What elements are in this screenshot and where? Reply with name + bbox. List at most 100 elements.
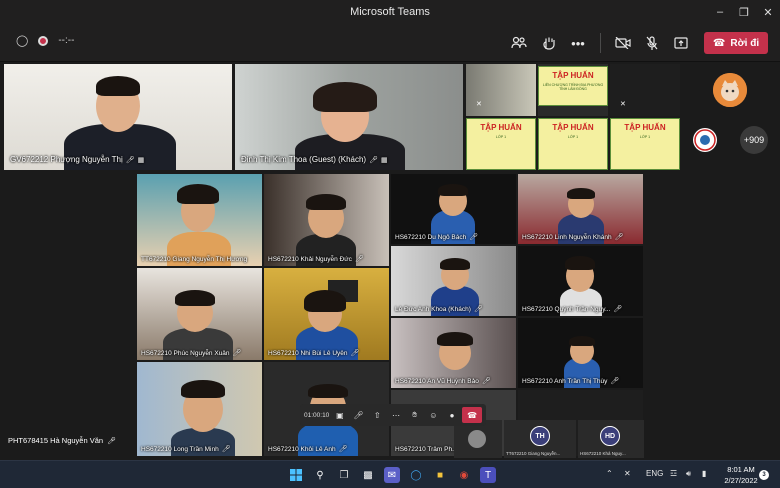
video-tile[interactable]: TẬP HUẤN LỚP 1 <box>538 118 608 170</box>
training-banner: TẬP HUẤN LỚP 1 <box>610 118 680 170</box>
cat-avatar-icon[interactable] <box>713 73 747 107</box>
avatar: TH <box>530 426 550 446</box>
video-stage: GV672212 Phượng Nguyễn Thị 🎤︎ ▦ Đinh Thị… <box>0 62 780 460</box>
participant-hair <box>304 290 346 312</box>
volume-icon[interactable]: 🔊︎ <box>686 469 691 479</box>
video-tile[interactable]: ✕ <box>466 64 536 116</box>
mic-icon: 🎤︎ <box>469 234 479 241</box>
video-tile[interactable]: HS672210 Quỳnh Trần Nguy... 🎤︎ <box>518 246 643 316</box>
school-logo-icon[interactable] <box>693 128 717 152</box>
participant-name-label: Lê Đức Anh Khoa (Khách) 🎤︎ <box>395 305 483 314</box>
teams-icon[interactable]: T <box>480 467 496 483</box>
chat-icon[interactable]: ✉ <box>384 467 400 483</box>
share-screen-icon[interactable] <box>669 31 693 55</box>
mic-icon: 🎤︎ <box>473 306 483 313</box>
start-icon[interactable] <box>288 467 304 483</box>
participant-hair <box>177 184 219 204</box>
call-controls-bar: 01:00:10 ▣ 🎤︎ ⇧ ⋯ ✋︎ ☺ ● ☎ <box>300 404 486 426</box>
video-tile[interactable]: TH TT672210 Giang Nguyễn... <box>504 420 576 458</box>
close-button[interactable]: ✕ <box>754 0 780 24</box>
camera-off-icon[interactable]: ▣ <box>332 407 349 423</box>
participant-name-label: GV672212 Phượng Nguyễn Thị 🎤︎ ▦ <box>10 155 145 164</box>
mic-off-icon[interactable]: ✕ <box>624 469 631 478</box>
more-options-icon[interactable]: ••• <box>566 31 590 55</box>
notification-badge[interactable]: 3 <box>759 470 769 480</box>
participant-name-label: HS672210 Khải Nguyễn Đức 🎤︎ <box>268 255 364 264</box>
window-title: Microsoft Teams <box>350 6 430 18</box>
participant-hair <box>181 380 225 398</box>
people-icon[interactable]: ● <box>444 407 461 423</box>
screen-icon: ▦ <box>380 156 388 164</box>
more-options-icon[interactable]: ⋯ <box>388 407 405 423</box>
raise-hand-icon[interactable]: ✋︎ <box>406 407 423 423</box>
mic-off-icon: ✕ <box>476 101 482 108</box>
mic-icon: 🎤︎ <box>125 156 135 164</box>
mic-off-icon: ✕ <box>620 101 626 108</box>
participant-name-label: HS672210 Trâm Ph... <box>395 446 458 453</box>
hang-up-icon: ☎ <box>712 37 726 49</box>
video-tile[interactable]: HS672210 Phúc Nguyễn Xuân 🎤︎ <box>137 268 262 360</box>
video-tile[interactable]: HS672210 Du Ngô Bách 🎤︎ <box>391 174 516 244</box>
video-tile[interactable]: HS672210 Linh Nguyễn Khánh 🎤︎ <box>518 174 643 244</box>
participant-name-label: HS672210 Long Trần Minh 🎤︎ <box>141 445 231 454</box>
meeting-info: ◯ --:-- <box>16 34 74 47</box>
participant-name-label: HS672210 Anh Trần Thị Thùy 🎤︎ <box>522 377 620 386</box>
mic-icon[interactable]: 🎤︎ <box>350 407 367 423</box>
participant-hair <box>437 332 473 346</box>
video-tile[interactable]: HS672210 Khải Nguyễn Đức 🎤︎ <box>264 174 389 266</box>
video-tile[interactable]: TẬP HUẤN LIÊN CHƯƠNG TRÌNH ĐỊA PHƯƠNG TỈ… <box>538 64 608 116</box>
video-tile[interactable]: HD HS672210 Khả Nguy... <box>578 420 644 458</box>
title-bar: Microsoft Teams – ❐ ✕ <box>0 0 780 24</box>
participant-hair <box>313 82 377 112</box>
overflow-participants-button[interactable]: +909 <box>740 126 768 154</box>
mic-icon: 🎤︎ <box>481 378 491 385</box>
shield-icon[interactable]: ◯ <box>16 34 28 47</box>
mic-icon: 🎤︎ <box>613 306 623 313</box>
file-explorer-icon[interactable]: ■ <box>432 467 448 483</box>
video-tile[interactable]: HS672210 Anh Trần Thị Thùy 🎤︎ <box>518 318 643 388</box>
edge-icon[interactable]: ◯ <box>408 467 424 483</box>
search-icon[interactable]: ⚲ <box>312 467 328 483</box>
video-tile[interactable]: HS672210 Long Trần Minh 🎤︎ <box>137 362 262 456</box>
people-icon[interactable] <box>507 31 531 55</box>
video-tile[interactable]: Đinh Thị Kim Thoa (Guest) (Khách) 🎤︎ ▦ <box>235 64 463 170</box>
raise-hand-icon[interactable] <box>537 31 561 55</box>
wifi-icon[interactable]: ☲ <box>670 469 677 478</box>
task-view-icon[interactable]: ❐ <box>336 467 352 483</box>
participant-name-label: Đinh Thị Kim Thoa (Guest) (Khách) 🎤︎ ▦ <box>241 155 388 164</box>
avatar: HD <box>600 426 620 446</box>
video-tile[interactable]: TẬP HUẤN LỚP 1 <box>610 118 680 170</box>
leave-button[interactable]: ☎ Rời đi <box>704 32 768 54</box>
screen-icon: ▦ <box>137 156 145 164</box>
video-tile[interactable]: HS672210 An Vũ Huỳnh Bảo 🎤︎ <box>391 318 516 388</box>
widgets-icon[interactable]: ▩ <box>360 467 376 483</box>
video-tile[interactable]: ✕ <box>610 64 680 116</box>
video-tile[interactable]: TT672210 Giang Nguyễn Thị Hương <box>137 174 262 266</box>
camera-off-icon[interactable] <box>611 31 635 55</box>
video-background <box>466 64 536 116</box>
mic-icon: 🎤︎ <box>614 234 624 241</box>
share-icon[interactable]: ⇧ <box>369 407 386 423</box>
participant-name-label: HS672210 Khôi Lê Anh 🎤︎ <box>268 445 348 454</box>
participant-hair <box>306 194 346 210</box>
participant-hair <box>438 184 468 196</box>
video-tile[interactable]: Lê Đức Anh Khoa (Khách) 🎤︎ <box>391 246 516 316</box>
meeting-toolbar: ◯ --:-- ••• ☎ Rời đi <box>0 24 780 62</box>
language-indicator[interactable]: ENG <box>646 469 663 478</box>
mic-off-icon[interactable] <box>640 31 664 55</box>
participant-name-label: HS672210 An Vũ Huỳnh Bảo 🎤︎ <box>395 377 491 386</box>
chevron-up-icon[interactable]: ⌃ <box>606 469 613 478</box>
training-banner: TẬP HUẤN LỚP 1 <box>466 118 536 170</box>
reactions-icon[interactable]: ☺ <box>425 407 442 423</box>
video-tile[interactable]: TẬP HUẤN LỚP 1 <box>466 118 536 170</box>
training-banner: TẬP HUẤN LIÊN CHƯƠNG TRÌNH ĐỊA PHƯƠNG TỈ… <box>538 66 608 106</box>
mic-icon: 🎤︎ <box>354 256 364 263</box>
hang-up-button[interactable]: ☎ <box>462 407 482 423</box>
battery-icon[interactable]: ▮ <box>702 469 706 478</box>
video-tile[interactable]: GV672212 Phượng Nguyễn Thị 🎤︎ ▦ <box>4 64 232 170</box>
windows-taskbar: ⚲ ❐ ▩ ✉ ◯ ■ ◉ T ⌃ ✕ ENG ☲ 🔊︎ ▮ 8:01 AM 2… <box>0 460 780 488</box>
mic-icon: 🎤︎ <box>350 350 360 357</box>
chrome-icon[interactable]: ◉ <box>456 467 472 483</box>
video-tile[interactable]: HS672210 Nhi Bùi Lê Uyên 🎤︎ <box>264 268 389 360</box>
participant-hair <box>567 188 595 199</box>
